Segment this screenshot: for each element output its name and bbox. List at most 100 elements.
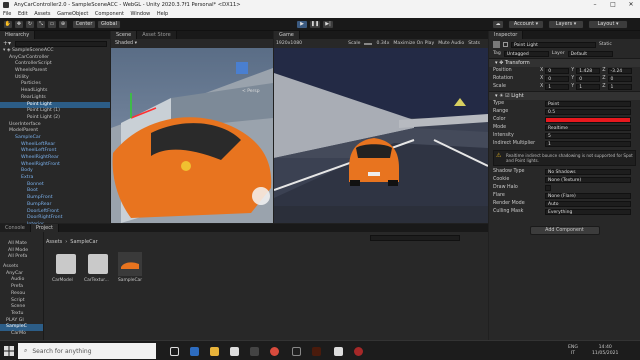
project-tree-item[interactable]: SampleC bbox=[0, 324, 43, 331]
edge-icon[interactable] bbox=[190, 347, 199, 356]
minimize-icon[interactable]: – bbox=[586, 0, 604, 10]
tab-scene[interactable]: Scene bbox=[111, 31, 138, 39]
prefab-icon[interactable] bbox=[118, 252, 142, 276]
app-icon[interactable] bbox=[292, 347, 301, 356]
add-component-button[interactable]: Add Component bbox=[529, 226, 600, 235]
layer-dropdown[interactable]: Default bbox=[567, 51, 613, 57]
project-tree-item[interactable]: Resou bbox=[0, 291, 43, 298]
folder-icon[interactable] bbox=[88, 254, 108, 274]
store-icon[interactable] bbox=[230, 347, 239, 356]
favorite-item[interactable]: All Prefa bbox=[0, 254, 43, 261]
transform-rotation-y-field[interactable]: 0 bbox=[576, 76, 601, 82]
hierarchy-item[interactable]: Point Light (2) bbox=[0, 115, 110, 122]
static-toggle[interactable]: Static bbox=[599, 42, 612, 47]
project-search-input[interactable] bbox=[370, 235, 460, 241]
folder-icon[interactable] bbox=[56, 254, 76, 274]
transform-tool-button[interactable]: ⊕ bbox=[58, 20, 68, 29]
hierarchy-item[interactable]: WheelLeftFront bbox=[0, 148, 110, 155]
tab-console[interactable]: Console bbox=[0, 224, 31, 232]
rect-tool-button[interactable]: ▭ bbox=[47, 20, 57, 29]
project-tree-item[interactable]: Textu bbox=[0, 311, 43, 318]
hierarchy-item[interactable]: Body bbox=[0, 168, 110, 175]
draw-halo-checkbox[interactable] bbox=[545, 185, 551, 191]
light-gizmo-icon-2[interactable] bbox=[252, 187, 270, 205]
persp-label[interactable]: < Persp bbox=[242, 89, 260, 94]
light-render-field[interactable]: Auto bbox=[545, 201, 631, 207]
transform-scale-y-field[interactable]: 1 bbox=[576, 84, 601, 90]
account-dropdown[interactable]: Account ▾ bbox=[508, 20, 544, 29]
light-flare-field[interactable]: None (Flare) bbox=[545, 193, 631, 199]
light-intensity-field[interactable]: 5 bbox=[545, 133, 631, 139]
tag-dropdown[interactable]: Untagged bbox=[503, 51, 549, 57]
pivot-toggle-button[interactable]: Center bbox=[72, 20, 96, 29]
hierarchy-item[interactable]: ModelParent bbox=[0, 128, 110, 135]
file-label[interactable]: CarModel bbox=[52, 278, 73, 283]
menu-window[interactable]: Window bbox=[131, 11, 151, 17]
close-icon[interactable]: ✕ bbox=[622, 0, 640, 10]
game-viewport[interactable] bbox=[274, 48, 488, 206]
shading-dropdown[interactable]: Shaded bbox=[115, 41, 133, 46]
hierarchy-item[interactable]: Extra bbox=[0, 175, 110, 182]
hierarchy-item[interactable]: Boot bbox=[0, 188, 110, 195]
hand-tool-button[interactable]: ✋ bbox=[3, 20, 13, 29]
tab-game[interactable]: Game bbox=[274, 31, 300, 39]
light-type-field[interactable]: Point bbox=[545, 101, 631, 107]
create-plus-icon[interactable]: +▾ bbox=[3, 40, 11, 47]
orientation-gizmo[interactable] bbox=[236, 62, 248, 74]
step-button[interactable]: ▶| bbox=[322, 20, 334, 29]
transform-rotation-x-field[interactable]: 0 bbox=[545, 76, 570, 82]
light-range-field[interactable]: 0.5 bbox=[545, 109, 631, 115]
object-name-field[interactable]: Point Light bbox=[511, 41, 596, 48]
light-mode-field[interactable]: Realtime bbox=[545, 125, 631, 131]
file-explorer-icon[interactable] bbox=[210, 347, 219, 356]
opera-icon[interactable] bbox=[354, 347, 363, 356]
hierarchy-item[interactable]: WheelRightFront bbox=[0, 162, 110, 169]
breadcrumb-samplecar[interactable]: SampleCar bbox=[70, 239, 97, 245]
layout-dropdown[interactable]: Layout ▾ bbox=[588, 20, 628, 29]
hierarchy-item[interactable]: BumpFront bbox=[0, 195, 110, 202]
space-toggle-button[interactable]: Global bbox=[97, 20, 121, 29]
layers-dropdown[interactable]: Layers ▾ bbox=[548, 20, 584, 29]
transform-position-x-field[interactable]: 0 bbox=[545, 68, 570, 74]
scene-root[interactable]: ▾ ◈ SampleSceneACC bbox=[0, 48, 110, 55]
light-header[interactable]: ▾ ☀ ☑ Light bbox=[489, 91, 640, 100]
play-button[interactable]: ▶ bbox=[296, 20, 308, 29]
hierarchy-item[interactable]: WheelRightRear bbox=[0, 155, 110, 162]
favorite-item[interactable]: All Mate bbox=[0, 241, 43, 248]
tab-asset-store[interactable]: Asset Store bbox=[137, 31, 177, 39]
light-culling-field[interactable]: Everything bbox=[545, 209, 631, 215]
windows-start-icon[interactable] bbox=[4, 346, 14, 356]
transform-position-z-field[interactable]: -3.24 bbox=[607, 68, 632, 74]
menu-assets[interactable]: Assets bbox=[34, 11, 50, 17]
menu-gameobject[interactable]: GameObject bbox=[57, 11, 88, 17]
hierarchy-search-input[interactable] bbox=[15, 41, 107, 47]
maximize-on-play-toggle[interactable]: Maximize On Play bbox=[393, 41, 434, 46]
illustrator-icon[interactable] bbox=[312, 347, 321, 356]
breadcrumb-assets[interactable]: Assets bbox=[46, 239, 62, 245]
pause-button[interactable]: ❚❚ bbox=[309, 20, 321, 29]
hierarchy-item[interactable]: Particles bbox=[0, 81, 110, 88]
hierarchy-item[interactable]: Utility bbox=[0, 75, 110, 82]
project-tree-item[interactable]: Scene bbox=[0, 304, 43, 311]
hierarchy-item[interactable]: HeadLights bbox=[0, 88, 110, 95]
unity-hub-icon[interactable] bbox=[334, 347, 343, 356]
active-checkbox[interactable] bbox=[503, 41, 508, 47]
file-label[interactable]: SampleCar bbox=[118, 278, 142, 283]
rotate-tool-button[interactable]: ↻ bbox=[25, 20, 35, 29]
hierarchy-item[interactable]: BumpRear bbox=[0, 202, 110, 209]
hierarchy-item[interactable]: Bonnet bbox=[0, 182, 110, 189]
clock[interactable]: 14:40 11/05/2021 bbox=[592, 345, 618, 357]
chrome-icon[interactable] bbox=[270, 347, 279, 356]
hierarchy-item[interactable]: DoorRightFront bbox=[0, 215, 110, 222]
light-gizmo-icon[interactable] bbox=[181, 161, 191, 171]
menu-file[interactable]: File bbox=[3, 11, 11, 17]
task-view-icon[interactable] bbox=[170, 347, 179, 356]
light-indirect-field[interactable]: 1 bbox=[545, 141, 631, 147]
transform-position-y-field[interactable]: 1.428 bbox=[576, 68, 601, 74]
transform-scale-z-field[interactable]: 1 bbox=[607, 84, 632, 90]
taskbar-search-box[interactable]: ⌕ Search for anything bbox=[18, 343, 156, 359]
hierarchy-item[interactable]: Point Light (1) bbox=[0, 108, 110, 115]
scale-tool-button[interactable]: ⤡ bbox=[36, 20, 46, 29]
menu-edit[interactable]: Edit bbox=[18, 11, 28, 17]
scale-slider[interactable] bbox=[364, 42, 373, 45]
